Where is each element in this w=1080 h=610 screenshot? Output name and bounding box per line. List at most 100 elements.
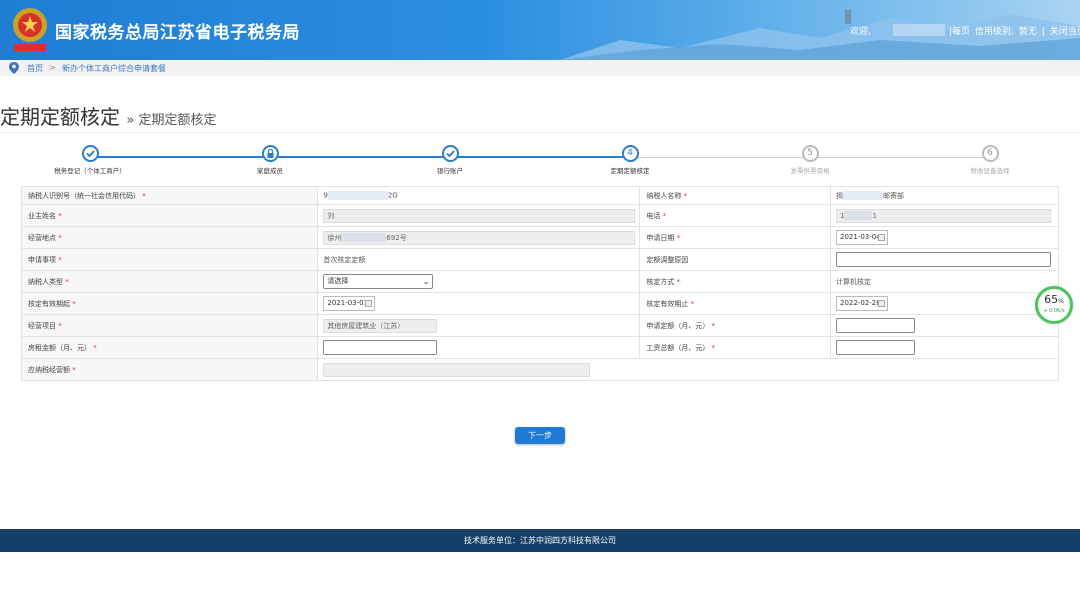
page-subtitle: » 定期定额核定 xyxy=(126,113,217,128)
project-cell: 其他房屋建筑业（江苏） xyxy=(317,314,641,337)
close-page-link[interactable]: 关闭当页 xyxy=(1050,27,1080,37)
speed-rate: + 0.0K/s xyxy=(1043,308,1065,314)
step-label: 税收设备选择 xyxy=(970,167,1010,175)
apply-date-input[interactable]: 2021-03-04 xyxy=(836,230,888,245)
step-1[interactable]: 税务登记（个体工商户） xyxy=(30,145,150,175)
chevron-down-icon: ⌄ xyxy=(422,277,430,286)
breadcrumb-separator: > xyxy=(49,63,56,72)
credit-level-value: 暂无 xyxy=(1018,27,1037,37)
field-label: 经营项目 * xyxy=(20,314,319,337)
table-row: 经营项目 * 其他房屋建筑业（江苏） 申请定额（月、元） * xyxy=(20,314,1059,337)
table-row: 纳税人识别号（统一社会信用代码） * 9 2G 纳税人名称 * 揭邮寄部 xyxy=(20,186,1059,205)
start-date-cell: 2021-03-01 xyxy=(317,292,641,315)
breadcrumb-current[interactable]: 新办个体工商户综合申请套餐 xyxy=(62,63,166,74)
field-label: 核定方式 * xyxy=(639,270,831,293)
start-date-input[interactable]: 2021-03-01 xyxy=(323,296,376,311)
field-label: 纳税人识别号（统一社会信用代码） * xyxy=(20,186,319,205)
rent-cell xyxy=(317,336,641,359)
field-label: 核定有效期起 * xyxy=(20,292,319,315)
table-row: 经营地点 * 徐州 692号 申请日期 * 2021-03-04 xyxy=(20,226,1059,249)
taxpayer-type-select[interactable]: 请选择 ⌄ xyxy=(323,274,434,289)
field-label: 核定有效期止 * xyxy=(639,292,831,315)
speed-percent: 65% xyxy=(1044,293,1064,306)
table-row: 核定有效期起 * 2021-03-01 核定有效期止 * 2022-02-28 xyxy=(20,292,1059,315)
lock-icon xyxy=(261,145,279,162)
breadcrumb: 首页 > 新办个体工商户综合申请套餐 xyxy=(0,60,1080,76)
field-label: 经营地点 * xyxy=(20,226,319,249)
owner-name-field: 刘 xyxy=(323,208,636,223)
step-2[interactable]: 家庭成员 xyxy=(210,145,330,175)
monthly-apply-cell xyxy=(830,314,1059,337)
rent-input[interactable] xyxy=(323,340,438,355)
redacted-mask xyxy=(327,191,388,200)
wage-input[interactable] xyxy=(836,340,915,355)
field-label: 电话 * xyxy=(639,204,831,227)
assessment-form: 纳税人识别号（统一社会信用代码） * 9 2G 纳税人名称 * 揭邮寄部 业主姓名… xyxy=(20,186,1059,381)
check-icon xyxy=(81,145,99,162)
calendar-icon[interactable] xyxy=(878,234,885,241)
step-5[interactable]: 5 发票供票资格 xyxy=(750,145,870,175)
tax-emblem-logo xyxy=(13,8,47,51)
field-label: 申请日期 * xyxy=(639,226,831,249)
field-label: 房租金额（月、元） * xyxy=(20,336,319,359)
table-row: 房租金额（月、元） * 工资总额（月、元） * xyxy=(20,336,1059,359)
matter-value: 首次核定定额 xyxy=(317,248,641,271)
step-6[interactable]: 6 税收设备选择 xyxy=(930,145,1050,175)
redacted-mask xyxy=(844,211,873,220)
my-account-link[interactable]: |每页 xyxy=(949,27,970,37)
adjust-reason-cell xyxy=(830,248,1059,271)
end-date-cell: 2022-02-28 xyxy=(830,292,1059,315)
top-links: |每页 信用级别: 暂无 | 关闭当页 xyxy=(948,24,1080,37)
location-pin-icon xyxy=(9,62,19,74)
field-label: 申请定额（月、元） * xyxy=(639,314,831,337)
field-label: 业主姓名 * xyxy=(20,204,319,227)
site-title: 国家税务总局江苏省电子税务局 xyxy=(55,23,300,43)
field-label: 纳税人类型 * xyxy=(20,270,319,293)
method-value: 计算机核定 xyxy=(830,270,1059,293)
address-field: 徐州 692号 xyxy=(323,230,636,245)
next-step-button[interactable]: 下一步 xyxy=(515,427,565,444)
should-cell xyxy=(317,358,1059,381)
footer: 技术服务单位：江苏中润四方科技有限公司 xyxy=(0,529,1080,552)
step-label: 银行账户 xyxy=(437,167,463,175)
check-icon xyxy=(441,145,459,162)
username-redacted xyxy=(893,24,945,36)
redacted-mask xyxy=(843,191,883,200)
field-label: 定额调整原因 xyxy=(639,248,831,271)
step-label: 定期定额核定 xyxy=(610,167,650,175)
network-speed-widget[interactable]: 65% + 0.0K/s xyxy=(1035,286,1073,324)
redacted-mask xyxy=(341,233,387,242)
apply-date-cell: 2021-03-04 xyxy=(830,226,1059,249)
breadcrumb-home[interactable]: 首页 xyxy=(27,63,43,74)
step-number: 6 xyxy=(981,145,999,162)
end-date-input[interactable]: 2022-02-28 xyxy=(836,296,888,311)
phone-field: 11 xyxy=(836,208,1051,223)
step-line-done xyxy=(90,156,630,158)
welcome-text: 欢迎, xyxy=(850,27,871,37)
type-cell: 请选择 ⌄ xyxy=(317,270,641,293)
step-number: 5 xyxy=(801,145,819,162)
step-3[interactable]: 银行账户 xyxy=(390,145,510,175)
step-label: 发票供票资格 xyxy=(790,167,830,175)
field-label: 纳税人名称 * xyxy=(639,186,831,205)
monthly-apply-input[interactable] xyxy=(836,318,915,333)
wage-cell xyxy=(830,336,1059,359)
field-label: 申请事项 * xyxy=(20,248,319,271)
step-label: 家庭成员 xyxy=(257,167,283,175)
taxpayer-id-value: 9 2G xyxy=(317,186,641,205)
progress-stepper: 税务登记（个体工商户） 家庭成员 银行账户 4 定期定额核定 5 发票供票资格 … xyxy=(0,145,1080,175)
calendar-icon[interactable] xyxy=(365,300,373,307)
table-row: 业主姓名 * 刘 电话 * 11 xyxy=(20,204,1059,227)
table-row: 申请事项 * 首次核定定额 定额调整原因 xyxy=(20,248,1059,271)
step-number: 4 xyxy=(621,145,639,162)
phone-cell: 11 xyxy=(830,204,1059,227)
adjust-reason-input[interactable] xyxy=(836,252,1051,267)
project-field: 其他房屋建筑业（江苏） xyxy=(323,318,438,333)
page-title-main: 定期定额核定 xyxy=(0,105,120,129)
site-header: 国家税务总局江苏省电子税务局 欢迎, |每页 信用级别: 暂无 | 关闭当页 xyxy=(0,0,1080,60)
calendar-icon[interactable] xyxy=(878,300,885,307)
page-title: 定期定额核定 » 定期定额核定 xyxy=(0,101,216,130)
field-label: 应纳税经营额 * xyxy=(20,358,319,381)
step-4[interactable]: 4 定期定额核定 xyxy=(570,145,690,175)
table-row: 应纳税经营额 * xyxy=(20,358,1059,381)
